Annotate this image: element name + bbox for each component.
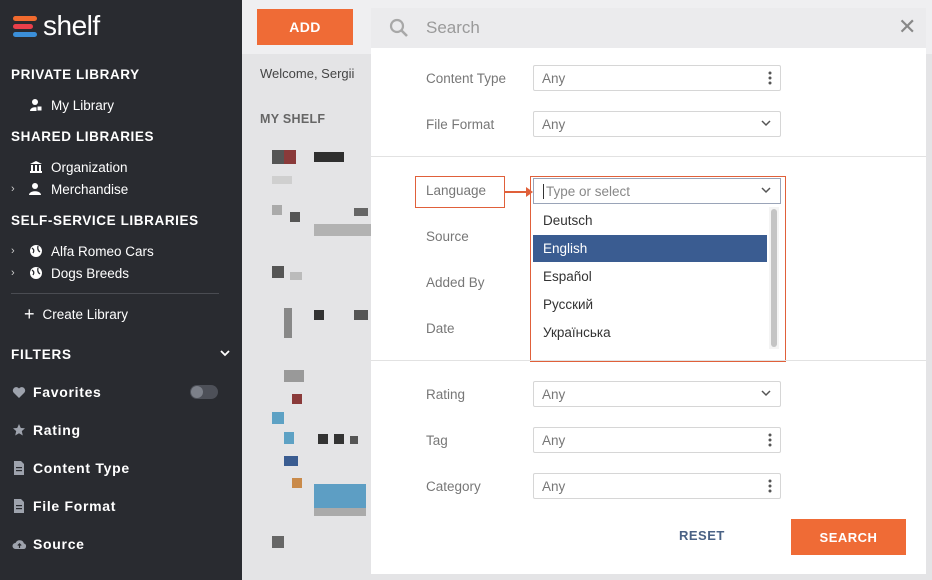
sidebar-item-label: Organization [51, 159, 128, 175]
institution-icon [25, 160, 47, 174]
kebab-menu-icon [768, 71, 772, 85]
sidebar-item-label: My Library [51, 97, 115, 113]
content-type-label: Content Type [426, 71, 507, 86]
tag-select[interactable]: Any [533, 427, 781, 453]
sidebar-item-alfa-romeo[interactable]: › Alfa Romeo Cars [11, 241, 154, 261]
chevron-down-icon [760, 387, 772, 399]
sidebar-item-label: Merchandise [51, 181, 129, 197]
search-input[interactable] [426, 14, 866, 42]
globe-icon [25, 266, 47, 280]
add-button[interactable]: ADD [257, 9, 353, 45]
users-icon [25, 182, 47, 196]
chevron-down-icon[interactable] [760, 184, 772, 199]
create-library-button[interactable]: + Create Library [24, 305, 128, 323]
category-label: Category [426, 479, 481, 494]
language-option-russian[interactable]: Русский [533, 291, 767, 318]
language-option-ukrainian[interactable]: Українська [533, 319, 767, 346]
my-shelf-title: MY SHELF [260, 112, 326, 126]
sidebar-item-my-library[interactable]: My Library [25, 95, 114, 115]
kebab-menu-icon [768, 433, 772, 447]
chevron-down-icon [219, 347, 231, 362]
language-input[interactable]: Type or select [533, 178, 781, 204]
tag-value: Any [542, 432, 566, 448]
sidebar-item-organization[interactable]: Organization [25, 157, 128, 177]
close-icon[interactable]: ✕ [898, 16, 916, 38]
category-value: Any [542, 478, 566, 494]
date-label: Date [426, 321, 455, 336]
filter-label: Favorites [33, 384, 102, 400]
welcome-text: Welcome, Sergii [260, 66, 355, 81]
language-label: Language [426, 183, 487, 198]
language-option-espanol[interactable]: Español [533, 263, 767, 290]
filters-header[interactable]: FILTERS [11, 347, 231, 362]
dropdown-scrollbar[interactable] [769, 207, 779, 349]
filter-label: Rating [33, 422, 81, 438]
reset-button[interactable]: RESET [679, 528, 725, 543]
section-divider [371, 156, 926, 157]
shelf-logo-icon [13, 13, 39, 39]
filter-source[interactable]: Source [11, 536, 85, 552]
text-cursor [543, 183, 544, 199]
source-label: Source [426, 229, 469, 244]
category-select[interactable]: Any [533, 473, 781, 499]
document-icon [11, 461, 27, 475]
language-placeholder: Type or select [546, 183, 631, 199]
language-option-deutsch[interactable]: Deutsch [533, 207, 767, 234]
advanced-search-panel: ✕ Content Type Any File Format Any Langu… [371, 8, 926, 574]
content-type-select[interactable]: Any [533, 65, 781, 91]
filter-favorites[interactable]: Favorites [11, 384, 102, 400]
sidebar-item-dogs-breeds[interactable]: › Dogs Breeds [11, 263, 129, 283]
filter-label: Source [33, 536, 85, 552]
kebab-menu-icon [768, 479, 772, 493]
globe-icon [25, 244, 47, 258]
private-library-title: PRIVATE LIBRARY [11, 67, 140, 82]
filters-title: FILTERS [11, 347, 72, 362]
section-divider [371, 360, 926, 361]
search-icon [389, 18, 409, 43]
filter-label: File Format [33, 498, 117, 514]
added-by-label: Added By [426, 275, 485, 290]
sidebar: shelf PRIVATE LIBRARY My Library SHARED … [0, 0, 242, 580]
rating-value: Any [542, 386, 566, 402]
language-option-english[interactable]: English [533, 235, 767, 262]
chevron-right-icon[interactable]: › [11, 183, 25, 195]
tag-label: Tag [426, 433, 448, 448]
content-type-value: Any [542, 70, 566, 86]
shelf-logo[interactable]: shelf [13, 12, 100, 40]
chevron-right-icon[interactable]: › [11, 245, 25, 257]
shared-libraries-title: SHARED LIBRARIES [11, 129, 155, 144]
star-icon [11, 423, 27, 437]
filter-content-type[interactable]: Content Type [11, 460, 130, 476]
file-format-value: Any [542, 116, 566, 132]
rating-label: Rating [426, 387, 466, 402]
file-format-label: File Format [426, 117, 495, 132]
sidebar-item-label: Dogs Breeds [51, 265, 130, 281]
cloud-upload-icon [11, 538, 27, 550]
scrollbar-thumb[interactable] [771, 209, 777, 347]
filter-rating[interactable]: Rating [11, 422, 81, 438]
search-button[interactable]: SEARCH [791, 519, 906, 555]
chevron-right-icon[interactable]: › [11, 267, 25, 279]
self-service-libraries-title: SELF-SERVICE LIBRARIES [11, 213, 199, 228]
sidebar-divider [11, 293, 219, 294]
chevron-down-icon [760, 117, 772, 129]
sidebar-item-label: Alfa Romeo Cars [51, 243, 154, 259]
create-library-label: Create Library [42, 306, 129, 322]
file-format-select[interactable]: Any [533, 111, 781, 137]
plus-icon: + [24, 304, 35, 324]
sidebar-item-merchandise[interactable]: › Merchandise [11, 179, 128, 199]
search-bar: ✕ [371, 8, 926, 48]
rating-select[interactable]: Any [533, 381, 781, 407]
filter-file-format[interactable]: File Format [11, 498, 116, 514]
filter-label: Content Type [33, 460, 130, 476]
file-icon [11, 499, 27, 513]
heart-icon [11, 386, 27, 399]
logo-text: shelf [43, 10, 100, 41]
language-options-list: Deutsch English Español Русский Українсь… [533, 207, 781, 349]
favorites-toggle[interactable] [190, 385, 218, 399]
user-lock-icon [25, 98, 47, 112]
